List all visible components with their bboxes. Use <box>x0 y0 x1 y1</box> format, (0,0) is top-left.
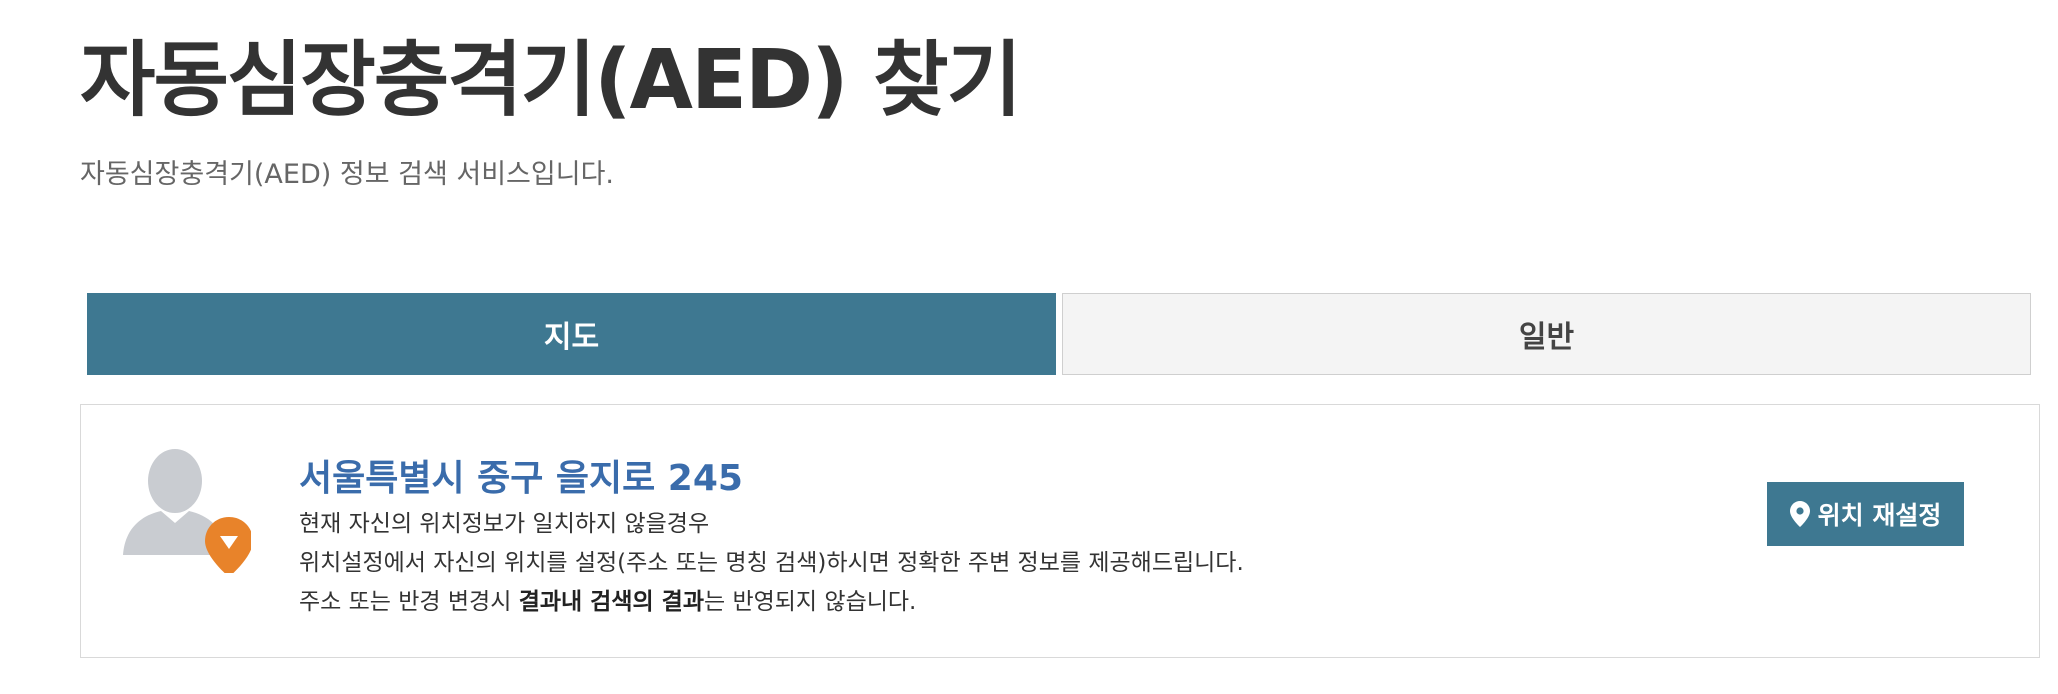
current-location-panel: 서울특별시 중구 을지로 245 현재 자신의 위치정보가 일치하지 않을경우 … <box>80 404 2040 658</box>
notice-line-3-suffix: 는 반영되지 않습니다. <box>703 589 917 615</box>
notice-line-1: 현재 자신의 위치정보가 일치하지 않을경우 <box>299 511 710 537</box>
page-title: 자동심장충격기(AED) 찾기 <box>80 33 1022 128</box>
current-address: 서울특별시 중구 을지로 245 <box>299 458 743 499</box>
notice-line-3-emphasis: 결과내 검색의 결과 <box>518 589 704 615</box>
notice-line-3-prefix: 주소 또는 반경 변경시 <box>299 589 519 615</box>
notice-line-3: 주소 또는 반경 변경시 결과내 검색의 결과는 반영되지 않습니다. <box>299 583 1244 622</box>
tab-map-label: 지도 <box>543 320 600 355</box>
tab-general-label: 일반 <box>1518 320 1575 355</box>
location-notice: 현재 자신의 위치정보가 일치하지 않을경우 위치설정에서 자신의 위치를 설정… <box>299 505 1244 622</box>
reset-location-button[interactable]: 위치 재설정 <box>1767 482 1964 546</box>
notice-line-2: 위치설정에서 자신의 위치를 설정(주소 또는 명칭 검색)하시면 정확한 주변… <box>299 550 1244 576</box>
user-location-icon <box>121 443 253 577</box>
reset-location-label: 위치 재설정 <box>1817 501 1942 530</box>
tab-bar: 지도 일반 <box>87 293 2031 375</box>
tab-general[interactable]: 일반 <box>1062 293 2031 375</box>
tab-map[interactable]: 지도 <box>87 293 1056 375</box>
map-pin-icon <box>1789 501 1810 527</box>
page-subtitle: 자동심장충격기(AED) 정보 검색 서비스입니다. <box>80 159 614 190</box>
